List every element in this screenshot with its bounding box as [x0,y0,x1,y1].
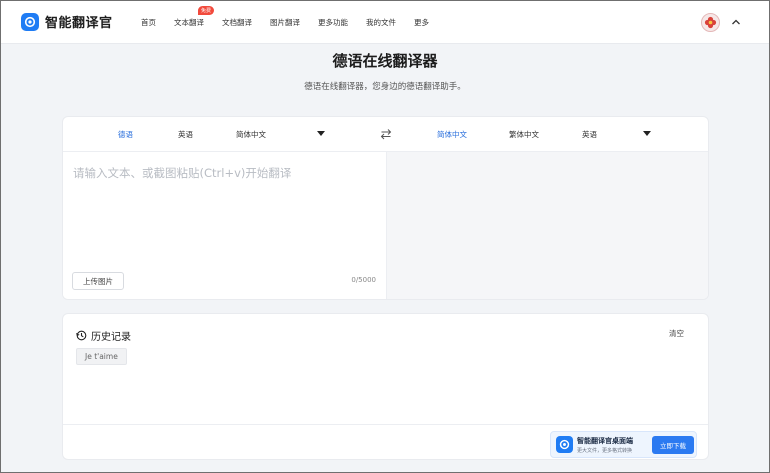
divider [63,424,708,425]
chevron-up-icon[interactable] [730,16,742,28]
promo-subtitle: 更大文件，更多格式转换 [577,448,633,454]
main-nav: 首页 文本翻译 免费 文档翻译 图片翻译 更多功能 我的文件 更多 [141,1,447,44]
upload-image-button[interactable]: 上传图片 [72,272,124,290]
target-lang-simplified-chinese[interactable]: 简体中文 [437,129,467,140]
promo-title: 智能翻译官桌面端 [577,437,633,445]
history-clock-icon [76,330,87,341]
clear-history-button[interactable]: 清空 [669,328,684,339]
free-badge: 免费 [198,6,215,15]
target-text-area [386,152,708,299]
user-avatar[interactable] [701,13,720,32]
target-lang-english[interactable]: 英语 [582,129,597,140]
desktop-app-icon [556,436,573,453]
nav-item-document-translate[interactable]: 文档翻译 [222,17,252,28]
history-header: 历史记录 [76,328,131,343]
page-title: 德语在线翻译器 [332,52,438,70]
target-lang-traditional-chinese[interactable]: 繁体中文 [509,129,539,140]
nav-item-text-translate[interactable]: 文本翻译 免费 [174,6,215,28]
app-logo[interactable]: 智能翻译官 [21,12,113,31]
language-bar: 德语 英语 简体中文 简体中文 繁体中文 英语 [63,117,708,152]
source-lang-dropdown-icon[interactable] [317,131,325,136]
char-count: 0/5000 [351,276,376,284]
app-logo-icon [21,12,39,31]
source-lang-english[interactable]: 英语 [178,129,193,140]
top-header: 智能翻译官 首页 文本翻译 免费 文档翻译 图片翻译 更多功能 我的文件 更多 [1,1,769,44]
nav-item-more-features[interactable]: 更多功能 [318,17,348,28]
source-placeholder: 请输入文本、或截图粘贴(Ctrl+v)开始翻译 [73,166,292,180]
nav-item-label: 文本翻译 [174,18,204,27]
source-lang-simplified-chinese[interactable]: 简体中文 [236,129,266,140]
app-title: 智能翻译官 [45,16,113,31]
avatar-flower-icon [704,16,717,29]
history-card: 历史记录 清空 Je t'aime 智能翻译官桌面端 更大文件，更多格式转换 立… [62,313,709,460]
source-text-area[interactable]: 请输入文本、或截图粘贴(Ctrl+v)开始翻译 上传图片 0/5000 [63,152,386,299]
nav-item-my-files[interactable]: 我的文件 [366,17,396,28]
source-lang-german[interactable]: 德语 [118,129,133,140]
page-subtitle: 德语在线翻译器，您身边的德语翻译助手。 [304,82,466,92]
nav-item-more[interactable]: 更多 [414,17,429,28]
swap-languages-icon[interactable] [380,128,392,140]
target-lang-dropdown-icon[interactable] [643,131,651,136]
desktop-app-promo[interactable]: 智能翻译官桌面端 更大文件，更多格式转换 立即下载 [550,431,697,458]
nav-item-image-translate[interactable]: 图片翻译 [270,17,300,28]
translator-card: 德语 英语 简体中文 简体中文 繁体中文 英语 请输入文本、或截图粘贴(Ctrl… [62,116,709,300]
history-title: 历史记录 [91,332,131,343]
nav-item-home[interactable]: 首页 [141,17,156,28]
history-item[interactable]: Je t'aime [76,348,127,365]
download-button[interactable]: 立即下载 [652,436,694,454]
